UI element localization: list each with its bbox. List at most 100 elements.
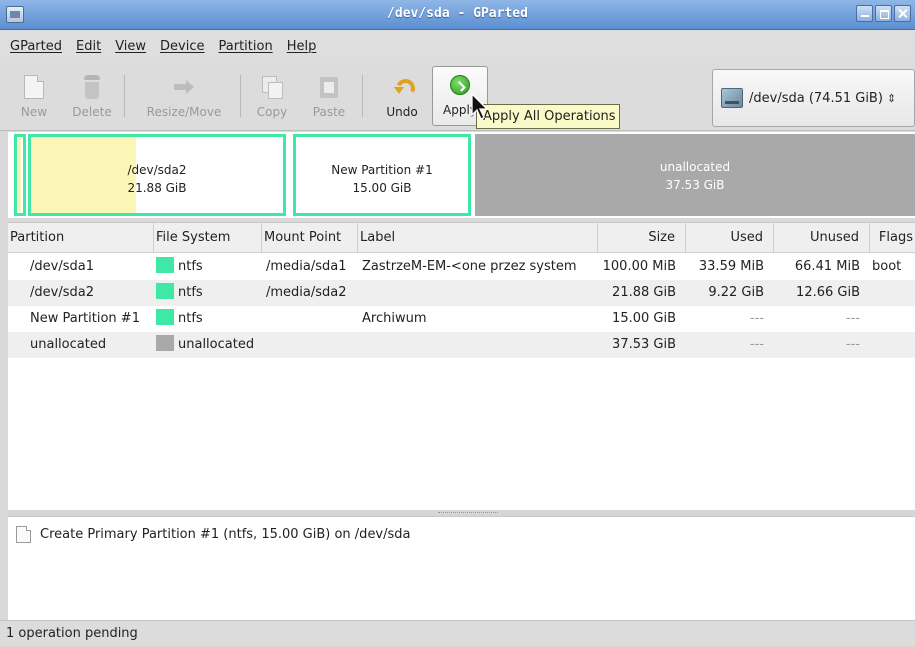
toolbar-separator bbox=[362, 75, 363, 117]
copy-icon bbox=[260, 75, 284, 99]
disk-map-new-name: New Partition #1 bbox=[331, 163, 433, 177]
new-document-icon bbox=[24, 75, 44, 99]
table-row[interactable]: /dev/sda2 ntfs /media/sda2 21.88 GiB 9.2… bbox=[8, 280, 915, 306]
close-button[interactable] bbox=[894, 5, 911, 22]
cell-flags bbox=[870, 332, 915, 358]
header-mount-point[interactable]: Mount Point bbox=[262, 223, 358, 253]
cell-flags bbox=[870, 306, 915, 332]
menu-help[interactable]: Help bbox=[287, 39, 317, 54]
resize-move-button[interactable]: Resize/Move bbox=[136, 67, 232, 125]
device-selector-label: /dev/sda (74.51 GiB) bbox=[749, 90, 883, 106]
toolbar-separator bbox=[240, 75, 241, 117]
table-row[interactable]: New Partition #1 ntfs Archiwum 15.00 GiB… bbox=[8, 306, 915, 332]
cell-fs-text: ntfs bbox=[178, 259, 203, 274]
cell-size: 15.00 GiB bbox=[612, 311, 676, 326]
menu-edit[interactable]: Edit bbox=[76, 39, 101, 54]
undo-button-label: Undo bbox=[386, 105, 418, 119]
cell-fs-text: ntfs bbox=[178, 311, 203, 326]
paste-button-label: Paste bbox=[312, 105, 346, 119]
fs-color-swatch bbox=[156, 309, 174, 325]
up-down-arrows-icon: ⇕ bbox=[886, 91, 897, 105]
paste-icon bbox=[317, 75, 341, 99]
cell-size: 37.53 GiB bbox=[612, 337, 676, 352]
delete-button-label: Delete bbox=[72, 105, 112, 119]
undo-icon bbox=[390, 75, 414, 99]
menu-view[interactable]: View bbox=[115, 39, 146, 54]
cell-partition: /dev/sda2 bbox=[30, 285, 94, 300]
header-label[interactable]: Label bbox=[358, 223, 598, 253]
header-used[interactable]: Used bbox=[686, 223, 774, 253]
header-size[interactable]: Size bbox=[598, 223, 686, 253]
cell-partition: /dev/sda1 bbox=[30, 259, 94, 274]
disk-map: /dev/sda2 21.88 GiB New Partition #1 15.… bbox=[8, 132, 915, 218]
header-flags[interactable]: Flags bbox=[870, 223, 915, 253]
minimize-button[interactable] bbox=[856, 5, 873, 22]
cell-mount-point bbox=[266, 306, 358, 332]
cell-mount-point: /media/sda2 bbox=[266, 285, 347, 300]
disk-map-new-partition[interactable]: New Partition #1 15.00 GiB bbox=[293, 134, 471, 216]
maximize-button[interactable] bbox=[875, 5, 892, 22]
cell-unused: --- bbox=[845, 337, 860, 352]
disk-map-unalloc-label: unallocated 37.53 GiB bbox=[475, 158, 915, 194]
menu-bar: GParted Edit View Device Partition Help bbox=[0, 30, 915, 63]
cell-label bbox=[362, 280, 594, 306]
disk-map-sda2-size: 21.88 GiB bbox=[127, 181, 187, 195]
cell-size: 100.00 MiB bbox=[602, 259, 676, 274]
device-selector[interactable]: /dev/sda (74.51 GiB) ⇕ bbox=[712, 69, 915, 127]
cell-file-system: ntfs bbox=[156, 254, 264, 280]
undo-button[interactable]: Undo bbox=[380, 67, 424, 125]
title-bar: /dev/sda - GParted bbox=[0, 0, 915, 30]
table-header: Partition File System Mount Point Label … bbox=[8, 223, 915, 253]
cell-used: 33.59 MiB bbox=[698, 259, 764, 274]
cell-file-system: unallocated bbox=[156, 332, 264, 358]
toolbar-separator bbox=[124, 75, 125, 117]
copy-button-label: Copy bbox=[256, 105, 288, 119]
cell-partition: unallocated bbox=[30, 337, 107, 352]
header-unused[interactable]: Unused bbox=[774, 223, 870, 253]
menu-partition[interactable]: Partition bbox=[219, 39, 273, 54]
delete-button[interactable]: Delete bbox=[66, 67, 118, 125]
copy-button[interactable]: Copy bbox=[252, 67, 292, 125]
disk-map-new-label: New Partition #1 15.00 GiB bbox=[296, 161, 468, 197]
partition-table: Partition File System Mount Point Label … bbox=[8, 222, 915, 510]
cell-label: ZastrzeM-EM-<one przez system bbox=[362, 259, 577, 274]
cell-file-system: ntfs bbox=[156, 306, 264, 332]
resize-move-button-label: Resize/Move bbox=[146, 105, 222, 119]
fs-color-swatch bbox=[156, 257, 174, 273]
hard-drive-icon bbox=[721, 88, 743, 108]
menu-device[interactable]: Device bbox=[160, 39, 204, 54]
new-button-label: New bbox=[20, 105, 48, 119]
paste-button[interactable]: Paste bbox=[306, 67, 352, 125]
cell-flags: boot bbox=[872, 259, 902, 274]
cell-used: --- bbox=[749, 311, 764, 326]
fs-color-swatch bbox=[156, 283, 174, 299]
disk-map-sda1[interactable] bbox=[14, 134, 26, 216]
cell-used: 9.22 GiB bbox=[708, 285, 764, 300]
table-row[interactable]: unallocated unallocated 37.53 GiB --- --… bbox=[8, 332, 915, 358]
window-controls bbox=[856, 5, 911, 22]
disk-map-unallocated[interactable]: unallocated 37.53 GiB bbox=[475, 134, 915, 216]
trash-icon bbox=[80, 75, 104, 99]
fs-color-swatch bbox=[156, 335, 174, 351]
table-row[interactable]: /dev/sda1 ntfs /media/sda1 ZastrzeM-EM-<… bbox=[8, 254, 915, 280]
menu-gparted[interactable]: GParted bbox=[10, 39, 62, 54]
header-file-system[interactable]: File System bbox=[154, 223, 262, 253]
cell-file-system: ntfs bbox=[156, 280, 264, 306]
new-button[interactable]: New bbox=[14, 67, 54, 125]
resize-arrow-icon bbox=[172, 75, 196, 99]
mouse-pointer-icon bbox=[471, 93, 489, 120]
pending-operations-pane: Create Primary Partition #1 (ntfs, 15.00… bbox=[8, 516, 915, 620]
document-icon bbox=[16, 525, 31, 543]
disk-map-unalloc-size: 37.53 GiB bbox=[665, 178, 725, 192]
cell-mount-point: /media/sda1 bbox=[266, 259, 347, 274]
cell-unused: --- bbox=[845, 311, 860, 326]
apply-tooltip: Apply All Operations bbox=[476, 104, 620, 129]
disk-map-new-size: 15.00 GiB bbox=[352, 181, 412, 195]
cell-fs-text: ntfs bbox=[178, 285, 203, 300]
operation-item[interactable]: Create Primary Partition #1 (ntfs, 15.00… bbox=[16, 523, 411, 545]
disk-map-unalloc-name: unallocated bbox=[659, 160, 731, 174]
cell-flags bbox=[870, 280, 915, 306]
operation-text: Create Primary Partition #1 (ntfs, 15.00… bbox=[40, 526, 411, 542]
disk-map-sda2[interactable]: /dev/sda2 21.88 GiB bbox=[28, 134, 286, 216]
header-partition[interactable]: Partition bbox=[8, 223, 154, 253]
